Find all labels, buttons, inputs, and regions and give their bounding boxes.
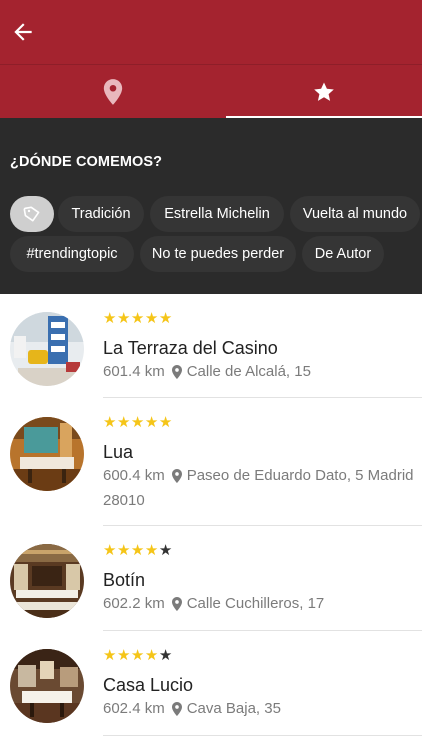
list-item[interactable]: ★★★★★ Lua 600.4 km Paseo de Eduardo Dato…: [0, 398, 422, 526]
star-filled-icon: ★: [116, 414, 131, 431]
restaurant-photo: [10, 649, 84, 723]
location-pin-icon: [171, 364, 183, 380]
restaurant-photo: [10, 544, 84, 618]
star-filled-icon: ★: [103, 542, 117, 559]
rating-stars: ★★★★★: [103, 310, 173, 328]
star-filled-icon: ★: [103, 647, 117, 664]
star-empty-icon: ★: [158, 542, 173, 559]
chip-no-te-puedes-perder[interactable]: No te puedes perder: [140, 236, 296, 272]
list-item[interactable]: ★★★★★ La Terraza del Casino 601.4 km Cal…: [0, 294, 422, 398]
star-empty-icon: ★: [158, 647, 173, 664]
distance: 601.4 km: [103, 363, 165, 380]
star-filled-icon: ★: [144, 310, 159, 327]
rating-stars: ★★★★★: [103, 542, 173, 560]
rating-stars: ★★★★★: [103, 414, 173, 432]
restaurant-meta: 601.4 km Calle de Alcalá, 15: [103, 363, 311, 380]
restaurant-meta: 602.4 km Cava Baja, 35: [103, 700, 281, 717]
list-item[interactable]: ★★★★★ Casa Lucio 602.4 km Cava Baja, 35: [0, 631, 422, 737]
restaurant-name: Casa Lucio: [103, 675, 194, 695]
filters-title: ¿DÓNDE COMEMOS?: [10, 154, 163, 170]
chip-trendingtopic[interactable]: #trendingtopic: [10, 236, 134, 272]
star-filled-icon: ★: [103, 310, 117, 327]
star-filled-icon: ★: [130, 310, 145, 327]
star-filled-icon: ★: [103, 414, 117, 431]
address: Calle de Alcalá, 15: [186, 363, 311, 380]
tag-icon: [23, 206, 40, 222]
star-filled-icon: ★: [158, 310, 173, 327]
star-filled-icon: ★: [130, 414, 145, 431]
address: Cava Baja, 35: [186, 700, 281, 717]
address: Calle Cuchilleros, 17: [186, 595, 325, 612]
star-filled-icon: ★: [116, 647, 131, 664]
filters-panel: ¿DÓNDE COMEMOS? Tradición Estrella Miche…: [0, 118, 422, 294]
location-pin-icon: [171, 596, 183, 612]
star-filled-icon: ★: [144, 414, 159, 431]
chip-de-autor[interactable]: De Autor: [302, 236, 384, 272]
distance: 602.4 km: [103, 700, 165, 717]
star-filled-icon: ★: [130, 647, 145, 664]
app-bar: [0, 0, 422, 64]
chip-vuelta-al-mundo[interactable]: Vuelta al mundo: [290, 196, 420, 232]
restaurant-photo: [10, 417, 84, 491]
restaurant-name: Botín: [103, 570, 146, 590]
location-pin-icon: [171, 701, 183, 717]
tab-rating[interactable]: [226, 65, 422, 119]
star-filled-icon: ★: [116, 310, 131, 327]
restaurant-name: La Terraza del Casino: [103, 338, 278, 358]
star-filled-icon: ★: [158, 414, 173, 431]
distance: 600.4 km: [103, 467, 165, 484]
chip-tradicion[interactable]: Tradición: [58, 196, 144, 232]
address: Paseo de Eduardo Dato, 5 Madrid: [186, 467, 414, 484]
divider: [103, 735, 422, 736]
chip-estrella-michelin[interactable]: Estrella Michelin: [150, 196, 284, 232]
location-pin-icon: [103, 79, 123, 105]
rating-stars: ★★★★★: [103, 647, 173, 665]
distance: 602.2 km: [103, 595, 165, 612]
arrow-back-icon: [14, 23, 32, 41]
restaurant-meta: 600.4 km Paseo de Eduardo Dato, 5 Madrid: [103, 467, 414, 484]
restaurant-photo: [10, 312, 84, 386]
tab-location[interactable]: [0, 65, 226, 119]
location-pin-icon: [171, 468, 183, 484]
star-filled-icon: ★: [116, 542, 131, 559]
star-filled-icon: ★: [144, 647, 159, 664]
list-item[interactable]: ★★★★★ Botín 602.2 km Calle Cuchilleros, …: [0, 526, 422, 631]
back-button[interactable]: [10, 19, 36, 45]
tag-filter-chip[interactable]: [10, 196, 54, 232]
restaurant-name: Lua: [103, 442, 134, 462]
star-icon: [314, 82, 334, 101]
star-filled-icon: ★: [144, 542, 159, 559]
restaurant-meta: 602.2 km Calle Cuchilleros, 17: [103, 595, 324, 612]
tab-bar: [0, 64, 422, 119]
star-filled-icon: ★: [130, 542, 145, 559]
address-line-2: 28010: [103, 492, 145, 509]
